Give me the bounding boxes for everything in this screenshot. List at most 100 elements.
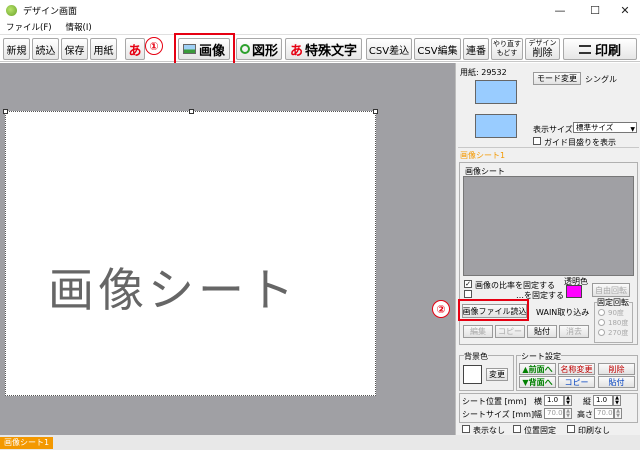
sheet-name-title: 画像シート1 xyxy=(460,151,506,160)
image-preview xyxy=(463,176,634,276)
title-bar: デザイン画面 — ☐ ✕ xyxy=(0,0,640,20)
paper-preview-front[interactable] xyxy=(475,80,517,104)
toolbar: 新規 読込 保存 用紙 あ 画像 図形 あ 特殊文字 CSV差込 CSV編集 連… xyxy=(0,34,640,62)
position-x-input[interactable]: 1.0 ▲ ▼ xyxy=(544,395,572,406)
keep-ratio-checkbox[interactable]: ✓ xyxy=(464,280,472,288)
design-label: デザイン xyxy=(528,39,557,47)
send-back-button[interactable]: ▼背面へ xyxy=(519,376,556,388)
rotate-270-radio[interactable] xyxy=(598,329,605,336)
sheet-placeholder-text: 画像シート xyxy=(48,263,298,317)
dropdown-arrow-icon: ▼ xyxy=(630,126,635,133)
menu-file[interactable]: ファイル(F) xyxy=(6,21,52,33)
resize-handle-top-right[interactable] xyxy=(373,109,378,114)
hidden-option-checkbox[interactable] xyxy=(464,290,472,298)
paper-preview-back[interactable] xyxy=(475,114,517,138)
erase-button[interactable]: 消去 xyxy=(559,325,589,338)
fixed-rotate-label: 固定回転 xyxy=(597,297,629,308)
rotate-180-radio[interactable] xyxy=(598,319,605,326)
window-title: デザイン画面 xyxy=(23,6,78,17)
rotate-270-label: 270度 xyxy=(608,329,629,337)
position-fixed-label: 位置固定 xyxy=(524,426,556,435)
spinner-arrows-icon[interactable]: ▲ ▼ xyxy=(613,395,621,406)
sheet-settings-label: シート設定 xyxy=(521,351,561,362)
resize-handle-top[interactable] xyxy=(189,109,194,114)
save-button[interactable]: 保存 xyxy=(61,38,88,60)
redo-label[interactable]: やり直す xyxy=(493,40,521,49)
load-button[interactable]: 読込 xyxy=(32,38,59,60)
sheet-position-label: シート位置 [mm] xyxy=(462,397,527,406)
csv-edit-button[interactable]: CSV編集 xyxy=(414,38,461,60)
sheet-height-input[interactable]: 70.0 ▲ ▼ xyxy=(594,408,622,419)
print-icon xyxy=(578,44,591,54)
close-button[interactable]: ✕ xyxy=(610,0,640,20)
display-size-select[interactable]: 標準サイズ ▼ xyxy=(573,122,637,133)
sheet-width-input[interactable]: 70.0 ▲ ▼ xyxy=(544,408,572,419)
edit-button[interactable]: 編集 xyxy=(463,325,493,338)
no-display-checkbox[interactable] xyxy=(462,425,470,433)
guide-checkbox[interactable] xyxy=(533,137,541,145)
redo-undo-button[interactable]: やり直す もどす xyxy=(491,38,523,60)
image-sheet[interactable]: 画像シート xyxy=(5,111,376,396)
mode-value: シングル xyxy=(585,75,617,84)
transparent-color-swatch[interactable] xyxy=(566,285,582,298)
design-delete-button[interactable]: デザイン 削除 xyxy=(525,38,560,60)
special-char-label: 特殊文字 xyxy=(305,43,358,59)
new-button[interactable]: 新規 xyxy=(3,38,30,60)
paste-button[interactable]: 貼付 xyxy=(527,325,557,338)
delete-label: 削除 xyxy=(532,48,553,59)
spinner-arrows-icon[interactable]: ▲ ▼ xyxy=(564,408,572,419)
csv-import-button[interactable]: CSV差込 xyxy=(366,38,412,60)
bring-front-button[interactable]: ▲前面へ xyxy=(519,363,556,375)
paper-button[interactable]: 用紙 xyxy=(90,38,117,60)
vertical-axis-label: 縦 xyxy=(583,397,591,406)
shape-button-label: 図形 xyxy=(251,43,278,59)
display-size-label: 表示サイズ xyxy=(533,125,573,134)
image-button-highlight xyxy=(174,33,235,65)
rotate-90-label: 90度 xyxy=(608,309,624,317)
resize-handle-top-left[interactable] xyxy=(3,109,8,114)
menu-info[interactable]: 情報(I) xyxy=(66,21,92,33)
horizontal-axis-label: 横 xyxy=(534,397,542,406)
wain-import-button[interactable]: WAIN取り込み xyxy=(536,307,589,318)
canvas-area[interactable]: 画像シート xyxy=(0,63,455,435)
copy-button[interactable]: コピー xyxy=(495,325,525,338)
app-icon xyxy=(6,4,17,16)
background-color-label: 背景色 xyxy=(464,351,488,362)
paper-label: 用紙: 29532 xyxy=(460,68,507,77)
paste-sheet-button[interactable]: 貼付 xyxy=(598,376,635,388)
sheet-size-label: シートサイズ [mm] xyxy=(462,410,535,419)
special-char-icon: あ xyxy=(289,43,303,59)
callout-two: ② xyxy=(432,300,450,318)
minimize-button[interactable]: — xyxy=(545,0,575,20)
free-rotate-button[interactable]: 自由回転 xyxy=(592,283,630,297)
text-button[interactable]: あ xyxy=(125,38,145,60)
rotate-90-radio[interactable] xyxy=(598,309,605,316)
no-print-label: 印刷なし xyxy=(578,426,610,435)
rename-button[interactable]: 名称変更 xyxy=(558,363,595,375)
mode-change-button[interactable]: モード変更 xyxy=(533,72,581,85)
sheet-tab[interactable]: 画像シート1 xyxy=(0,437,54,449)
spinner-arrows-icon[interactable]: ▲ ▼ xyxy=(614,408,622,419)
height-label: 高さ xyxy=(577,410,593,419)
circle-shape-icon xyxy=(239,44,250,54)
maximize-button[interactable]: ☐ xyxy=(580,0,610,20)
menu-bar: ファイル(F) 情報(I) xyxy=(0,20,640,34)
rotate-180-label: 180度 xyxy=(608,319,629,327)
copy-sheet-button[interactable]: コピー xyxy=(558,376,595,388)
sheet-height-value: 70.0 xyxy=(597,409,613,417)
special-char-button[interactable]: あ 特殊文字 xyxy=(285,38,362,60)
no-print-checkbox[interactable] xyxy=(567,425,575,433)
spinner-arrows-icon[interactable]: ▲ ▼ xyxy=(564,395,572,406)
position-y-input[interactable]: 1.0 ▲ ▼ xyxy=(593,395,621,406)
position-fixed-checkbox[interactable] xyxy=(513,425,521,433)
position-y-value: 1.0 xyxy=(596,396,608,404)
callout-one: ① xyxy=(145,37,163,55)
no-display-label: 表示なし xyxy=(473,426,505,435)
change-bg-button[interactable]: 変更 xyxy=(486,368,508,381)
background-color-swatch[interactable] xyxy=(463,365,482,384)
print-button[interactable]: 印刷 xyxy=(563,38,637,60)
undo-label[interactable]: もどす xyxy=(497,49,518,58)
delete-sheet-button[interactable]: 削除 xyxy=(598,363,635,375)
serial-number-button[interactable]: 連番 xyxy=(463,38,489,60)
shape-button[interactable]: 図形 xyxy=(236,38,282,60)
